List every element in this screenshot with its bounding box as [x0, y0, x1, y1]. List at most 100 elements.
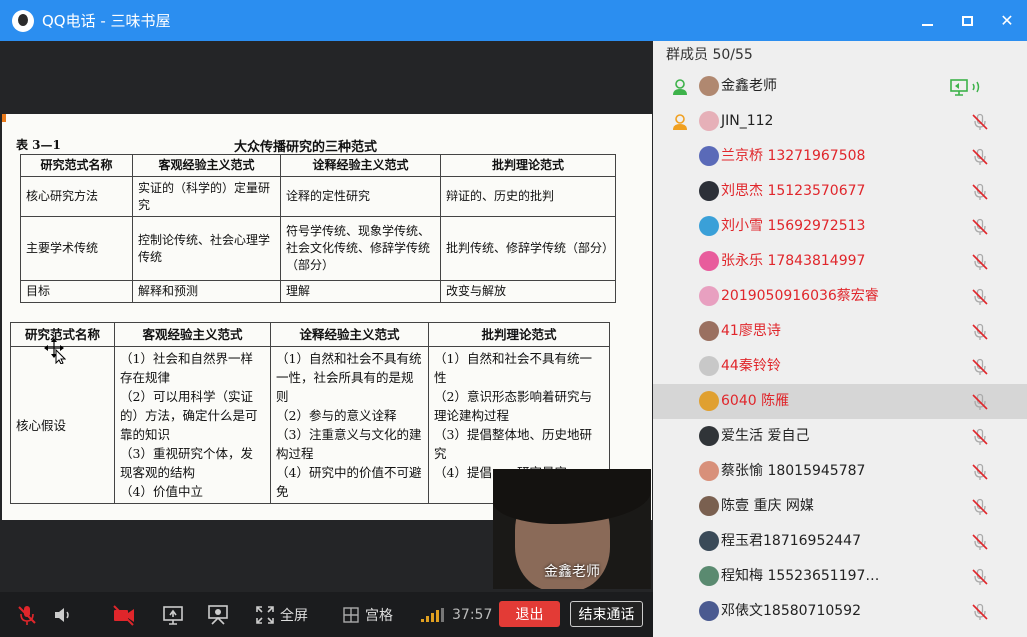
- member-row[interactable]: 程知梅 15523651197…: [653, 559, 1027, 594]
- table-row: 核心研究方法 实证的（科学的）定量研究 诠释的定性研究 辩证的、历史的批判: [20, 176, 616, 217]
- member-name: 6040 陈雁: [721, 393, 790, 409]
- shared-screen-area: 表 3—1 大众传播研究的三种范式 研究范式名称 客观经验主义范式 诠释经验主义…: [0, 41, 653, 592]
- mic-muted-icon[interactable]: [971, 568, 989, 586]
- mic-muted-icon[interactable]: [971, 463, 989, 481]
- minimize-icon: [921, 23, 933, 26]
- screen-share-icon: [163, 605, 183, 625]
- mic-muted-icon[interactable]: [971, 218, 989, 236]
- fullscreen-button[interactable]: 全屏: [256, 592, 308, 637]
- paradigm-table-1: 研究范式名称 客观经验主义范式 诠释经验主义范式 批判理论范式 核心研究方法 实…: [20, 154, 616, 303]
- mic-muted-icon[interactable]: [971, 253, 989, 271]
- member-avatar: [699, 146, 719, 166]
- member-row[interactable]: 程玉君18716952447: [653, 524, 1027, 559]
- mic-muted-icon[interactable]: [971, 183, 989, 201]
- camera-off-icon: [113, 604, 134, 626]
- table-cell: 改变与解放: [440, 280, 616, 303]
- mic-muted-icon[interactable]: [971, 113, 989, 131]
- member-avatar: [699, 601, 719, 621]
- member-row[interactable]: 44秦铃铃: [653, 349, 1027, 384]
- member-name: 44秦铃铃: [721, 358, 781, 374]
- shared-document: 表 3—1 大众传播研究的三种范式 研究范式名称 客观经验主义范式 诠释经验主义…: [2, 114, 652, 520]
- member-row[interactable]: 2019050916036蔡宏睿: [653, 279, 1027, 314]
- member-row[interactable]: 爱生活 爱自己: [653, 419, 1027, 454]
- table-header-cell: 研究范式名称: [20, 154, 133, 177]
- document-marker: [2, 114, 6, 122]
- move-cursor-icon: [44, 338, 66, 364]
- grid-icon: [343, 606, 359, 623]
- camera-name-label: 金鑫老师: [544, 564, 600, 580]
- mic-muted-icon[interactable]: [971, 603, 989, 621]
- table-header-cell: 批判理论范式: [428, 322, 610, 347]
- list-item: （1）自然和社会不具有统一性，社会所具有的是规则: [276, 351, 422, 404]
- list-item: （3）提倡整体地、历史地研究: [434, 427, 592, 461]
- member-name: 张永乐 17843814997: [721, 253, 866, 269]
- fullscreen-label: 全屏: [280, 607, 308, 624]
- title-bar: QQ电话 - 三味书屋 ✕: [0, 0, 1027, 41]
- table-cell: 控制论传统、社会心理学传统: [132, 216, 281, 281]
- member-row[interactable]: 陈壹 重庆 网媒: [653, 489, 1027, 524]
- mic-muted-icon[interactable]: [971, 393, 989, 411]
- list-item: （1）社会和自然界一样存在规律: [120, 351, 253, 385]
- window-title: QQ电话 - 三味书屋: [42, 12, 171, 30]
- screen-share-button[interactable]: [162, 592, 184, 637]
- member-row[interactable]: 蔡张愉 18015945787: [653, 454, 1027, 489]
- mic-muted-icon[interactable]: [971, 323, 989, 341]
- member-row[interactable]: 邓俵文18580710592: [653, 594, 1027, 629]
- minimize-button[interactable]: [907, 0, 947, 41]
- member-avatar: [699, 426, 719, 446]
- mic-muted-icon[interactable]: [971, 533, 989, 551]
- mic-muted-icon[interactable]: [971, 288, 989, 306]
- exit-button[interactable]: 退出: [499, 601, 560, 627]
- member-row[interactable]: 6040 陈雁: [653, 384, 1027, 419]
- mic-muted-icon[interactable]: [971, 428, 989, 446]
- member-row[interactable]: 张永乐 17843814997: [653, 244, 1027, 279]
- member-name: 金鑫老师: [721, 78, 777, 94]
- member-avatar: [699, 286, 719, 306]
- member-row[interactable]: JIN_112: [653, 104, 1027, 139]
- speaker-button[interactable]: [52, 592, 74, 637]
- close-button[interactable]: ✕: [987, 0, 1027, 41]
- member-row[interactable]: 金鑫老师: [653, 69, 1027, 104]
- speaker-icon: [55, 607, 69, 622]
- presenter-button[interactable]: [207, 592, 229, 637]
- window-controls: ✕: [907, 0, 1027, 41]
- member-avatar: [699, 391, 719, 411]
- member-name: 程玉君18716952447: [721, 533, 861, 549]
- mic-muted-icon[interactable]: [971, 498, 989, 516]
- mic-muted-icon[interactable]: [971, 148, 989, 166]
- table-cell: 目标: [20, 280, 133, 303]
- member-avatar: [699, 216, 719, 236]
- member-row[interactable]: 刘思杰 15123570677: [653, 174, 1027, 209]
- member-avatar: [699, 321, 719, 341]
- member-avatar: [699, 76, 719, 96]
- list-item: （4）研究中的价值不可避免: [276, 465, 422, 499]
- grid-view-button[interactable]: 宫格: [343, 592, 393, 637]
- list-item: （4）价值中立: [120, 484, 203, 499]
- camera-off-button[interactable]: [112, 592, 136, 637]
- member-row[interactable]: 刘小雪 15692972513: [653, 209, 1027, 244]
- member-avatar: [699, 356, 719, 376]
- signal-indicator: [421, 592, 445, 637]
- member-avatar: [699, 566, 719, 586]
- member-row[interactable]: 41廖思诗: [653, 314, 1027, 349]
- member-row[interactable]: 兰京桥 13271967508: [653, 139, 1027, 174]
- list-item: （2）意识形态影响着研究与理论建构过程: [434, 389, 592, 423]
- list-item: （3）注重意义与文化的建构过程: [276, 427, 422, 461]
- member-name: JIN_112: [721, 113, 774, 129]
- mute-mic-button[interactable]: [16, 592, 38, 637]
- member-avatar: [699, 111, 719, 131]
- table-cell: 核心研究方法: [20, 176, 133, 217]
- table-cell: 理解: [280, 280, 441, 303]
- table-header-cell: 客观经验主义范式: [114, 322, 271, 347]
- mic-muted-icon[interactable]: [971, 358, 989, 376]
- camera-preview[interactable]: 金鑫老师: [493, 469, 651, 589]
- member-name: 邓俵文18580710592: [721, 603, 861, 619]
- end-call-button[interactable]: 结束通话: [570, 601, 643, 627]
- maximize-button[interactable]: [947, 0, 987, 41]
- member-name: 程知梅 15523651197…: [721, 568, 880, 584]
- grid-label: 宫格: [365, 607, 393, 624]
- call-timer: 37:57: [452, 592, 492, 637]
- close-icon: ✕: [1000, 11, 1014, 30]
- member-name: 41廖思诗: [721, 323, 781, 339]
- mic-off-icon: [18, 605, 36, 625]
